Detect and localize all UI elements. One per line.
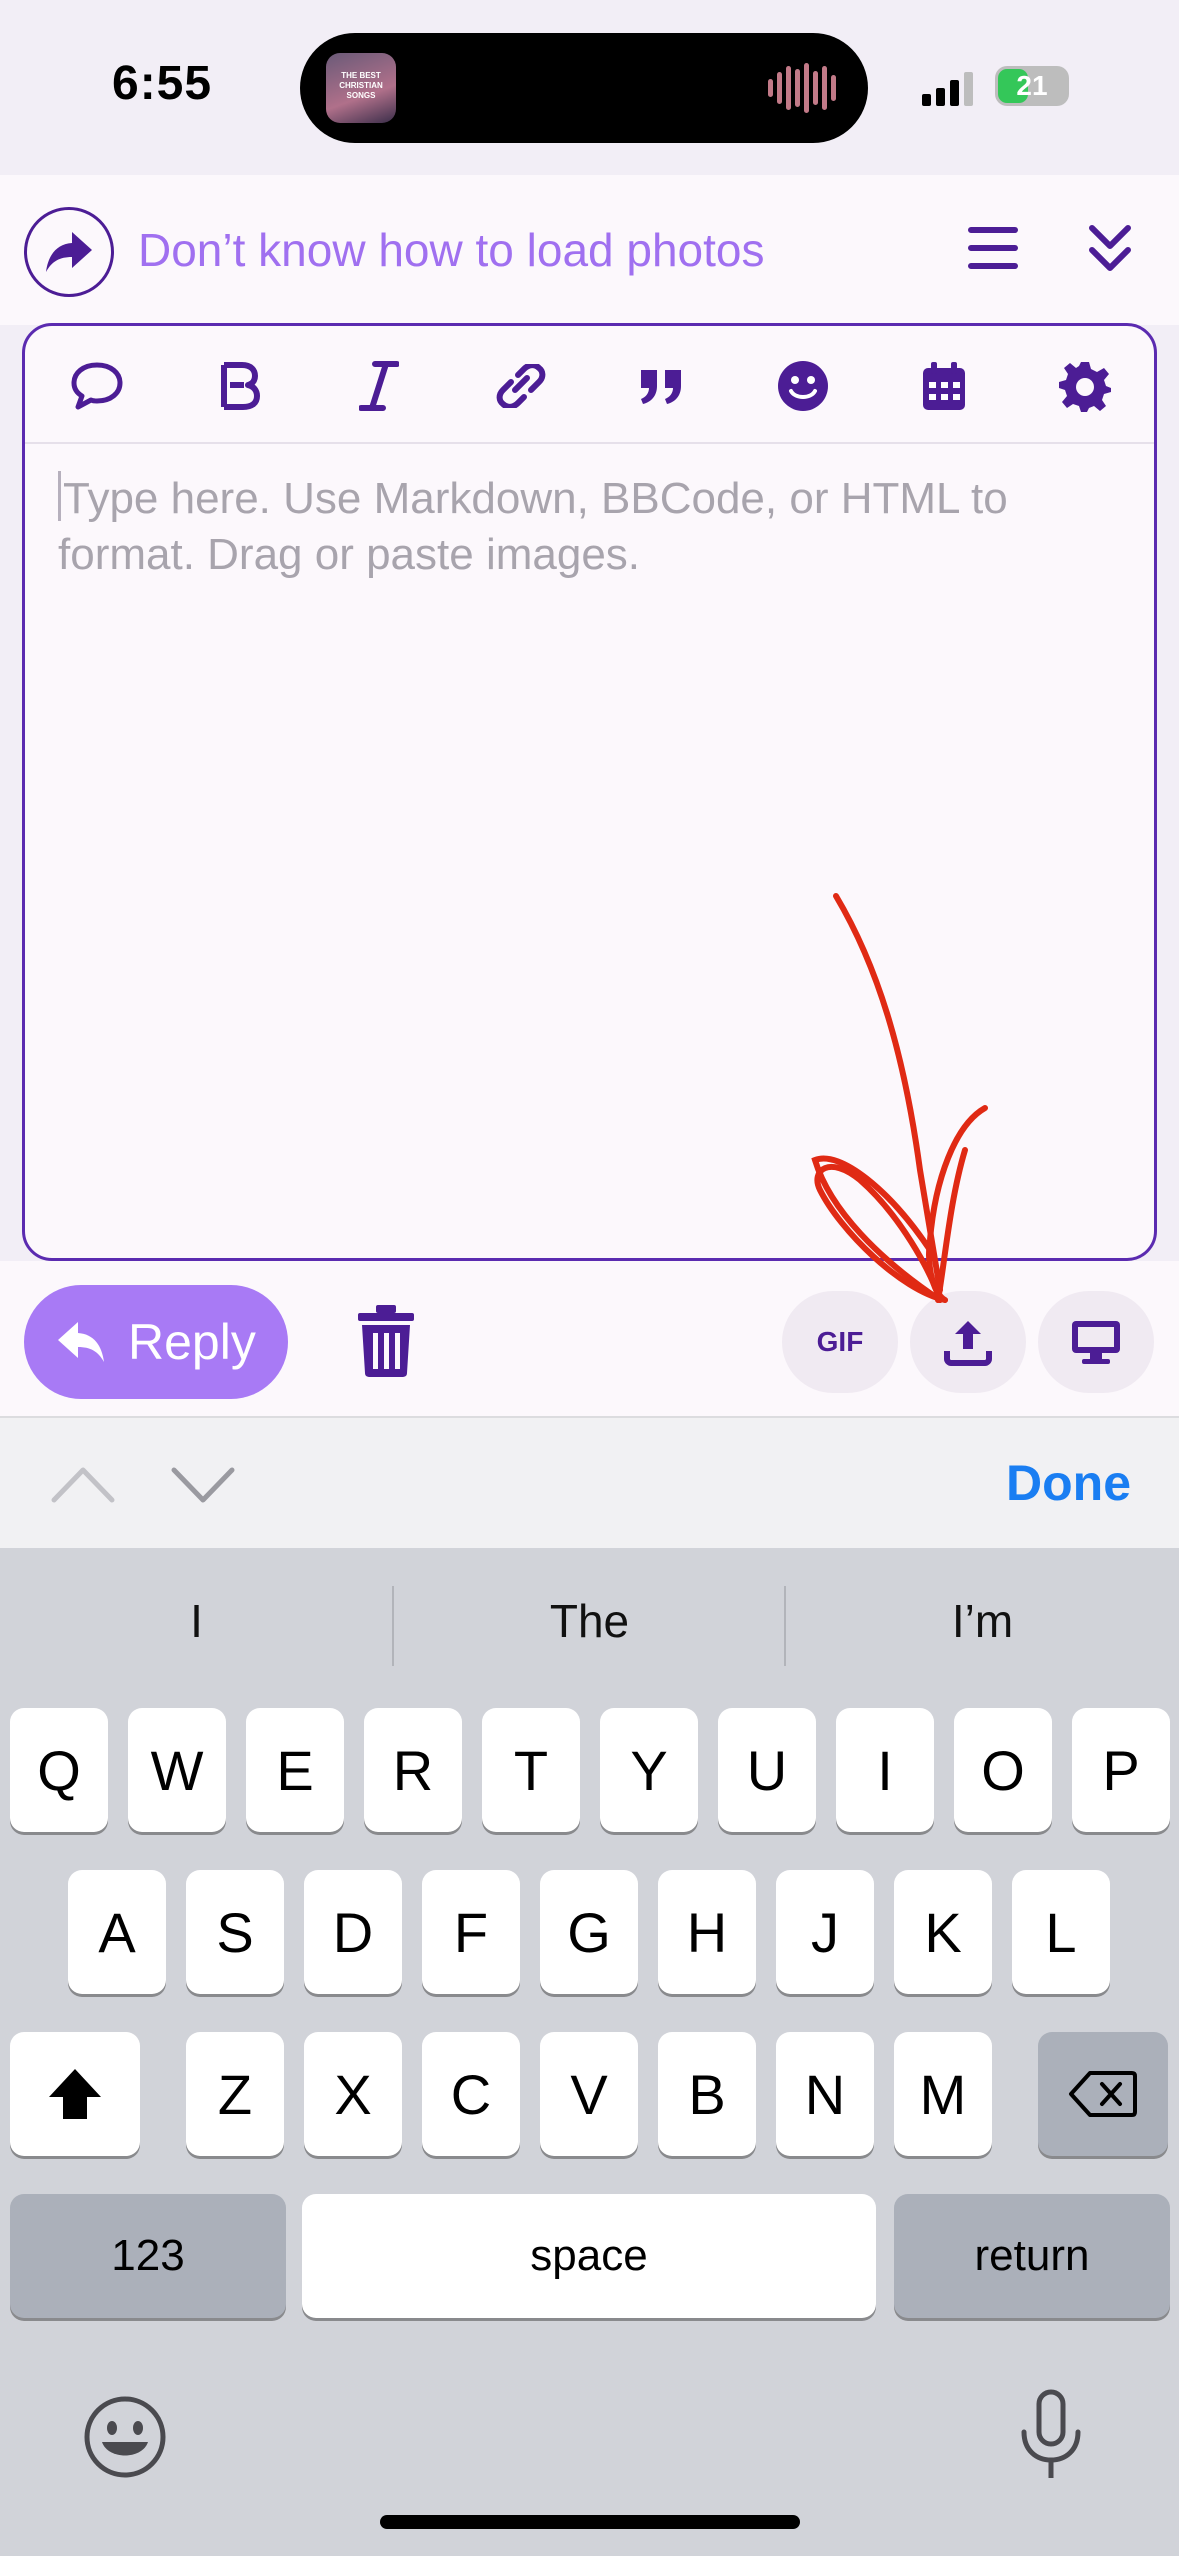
editor-textarea[interactable]: Type here. Use Markdown, BBCode, or HTML… — [58, 471, 1118, 583]
keyboard: I The I’m Q W E R T Y U I O P A S D F G … — [0, 1548, 1179, 2556]
reply-label: Reply — [128, 1314, 256, 1370]
quote-bubble-icon[interactable] — [65, 354, 129, 418]
key-w[interactable]: W — [128, 1708, 226, 1832]
italic-icon[interactable] — [347, 354, 411, 418]
suggestion-item[interactable]: The — [393, 1594, 786, 1648]
key-m[interactable]: M — [894, 2032, 992, 2156]
cellular-signal-icon — [922, 70, 982, 106]
blockquote-icon[interactable] — [630, 354, 694, 418]
status-bar: 6:55 THE BEST CHRISTIAN SONGS 21 — [0, 0, 1179, 175]
upload-icon — [944, 1321, 992, 1366]
chevron-down-icon[interactable] — [168, 1456, 238, 1512]
collapse-composer-icon[interactable] — [1088, 220, 1132, 280]
key-v[interactable]: V — [540, 2032, 638, 2156]
composer-actions: Reply GIF — [0, 1261, 1179, 1416]
composer-editor[interactable]: Type here. Use Markdown, BBCode, or HTML… — [22, 323, 1157, 1261]
link-icon[interactable] — [489, 354, 553, 418]
key-n[interactable]: N — [776, 2032, 874, 2156]
trash-icon[interactable] — [356, 1303, 416, 1379]
key-s[interactable]: S — [186, 1870, 284, 1994]
calendar-icon[interactable] — [912, 354, 976, 418]
battery-level: 21 — [1016, 70, 1048, 101]
delete-key[interactable] — [1038, 2032, 1168, 2156]
status-time: 6:55 — [112, 57, 213, 110]
editor-toolbar — [25, 326, 1154, 444]
shift-icon — [49, 2069, 101, 2119]
reply-arrow-icon — [58, 1322, 104, 1362]
key-p[interactable]: P — [1072, 1708, 1170, 1832]
key-c[interactable]: C — [422, 2032, 520, 2156]
suggestion-item[interactable]: I’m — [786, 1594, 1179, 1648]
done-button[interactable]: Done — [1006, 1454, 1131, 1512]
key-k[interactable]: K — [894, 1870, 992, 1994]
emoji-icon[interactable] — [771, 354, 835, 418]
audio-waveform-icon — [768, 63, 838, 113]
desktop-icon — [1072, 1321, 1120, 1364]
key-g[interactable]: G — [540, 1870, 638, 1994]
return-key[interactable]: return — [894, 2194, 1170, 2318]
gif-label: GIF — [816, 1326, 864, 1357]
key-r[interactable]: R — [364, 1708, 462, 1832]
key-b[interactable]: B — [658, 2032, 756, 2156]
gear-icon[interactable] — [1053, 354, 1117, 418]
album-art: THE BEST CHRISTIAN SONGS — [326, 53, 396, 123]
key-i[interactable]: I — [836, 1708, 934, 1832]
home-indicator[interactable] — [380, 2515, 800, 2529]
key-u[interactable]: U — [718, 1708, 816, 1832]
suggestion-bar: I The I’m — [0, 1548, 1179, 1698]
key-t[interactable]: T — [482, 1708, 580, 1832]
composer-header: Don’t know how to load photos — [0, 175, 1179, 325]
emoji-keyboard-icon[interactable] — [82, 2394, 168, 2480]
battery-icon: 21 — [995, 66, 1069, 106]
numbers-key[interactable]: 123 — [10, 2194, 286, 2318]
key-x[interactable]: X — [304, 2032, 402, 2156]
dynamic-island[interactable]: THE BEST CHRISTIAN SONGS — [300, 33, 868, 143]
key-h[interactable]: H — [658, 1870, 756, 1994]
editor-placeholder: Type here. Use Markdown, BBCode, or HTML… — [58, 474, 1008, 579]
bold-icon[interactable] — [208, 354, 272, 418]
key-a[interactable]: A — [68, 1870, 166, 1994]
space-key[interactable]: space — [302, 2194, 876, 2318]
reply-to-topic-icon[interactable] — [24, 207, 114, 297]
key-d[interactable]: D — [304, 1870, 402, 1994]
upload-button[interactable] — [910, 1291, 1026, 1393]
reply-button[interactable]: Reply — [24, 1285, 288, 1399]
key-z[interactable]: Z — [186, 2032, 284, 2156]
key-j[interactable]: J — [776, 1870, 874, 1994]
key-y[interactable]: Y — [600, 1708, 698, 1832]
key-e[interactable]: E — [246, 1708, 344, 1832]
chevron-up-icon[interactable] — [48, 1456, 118, 1512]
shift-key[interactable] — [10, 2032, 140, 2156]
key-f[interactable]: F — [422, 1870, 520, 1994]
key-q[interactable]: Q — [10, 1708, 108, 1832]
key-o[interactable]: O — [954, 1708, 1052, 1832]
topic-title[interactable]: Don’t know how to load photos — [138, 223, 765, 277]
key-l[interactable]: L — [1012, 1870, 1110, 1994]
menu-icon[interactable] — [968, 227, 1018, 273]
toggle-preview-button[interactable] — [1038, 1291, 1154, 1393]
backspace-icon — [1069, 2071, 1137, 2117]
keyboard-accessory-bar: Done — [0, 1416, 1179, 1548]
microphone-icon[interactable] — [1016, 2388, 1086, 2484]
gif-button[interactable]: GIF — [782, 1291, 898, 1393]
suggestion-item[interactable]: I — [0, 1594, 393, 1648]
